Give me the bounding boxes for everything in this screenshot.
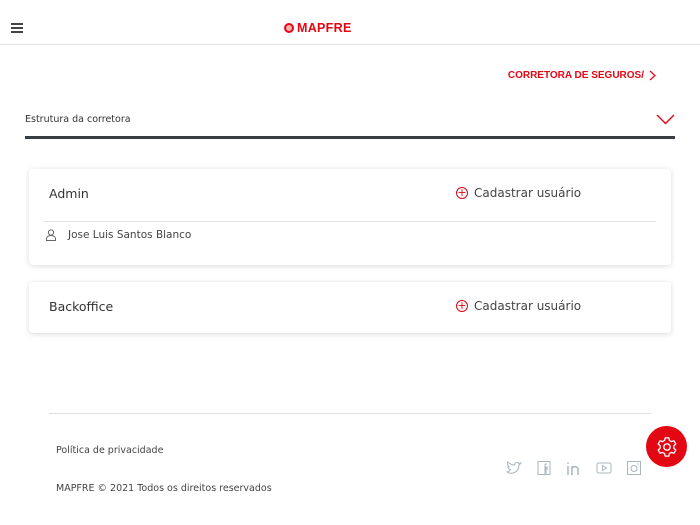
- linkedin-icon[interactable]: [566, 460, 582, 475]
- hamburger-menu-icon[interactable]: [11, 23, 23, 35]
- breadcrumb[interactable]: CORRETORA DE SEGUROS/: [508, 70, 656, 81]
- facebook-icon[interactable]: [536, 460, 552, 475]
- chevron-right-icon: [649, 70, 656, 81]
- twitter-icon[interactable]: [505, 460, 523, 474]
- gear-icon: [657, 436, 676, 457]
- group-card-backoffice: Backoffice + Cadastrar usuário: [29, 282, 671, 333]
- group-title: Admin: [49, 186, 89, 201]
- group-card-admin: Admin + Cadastrar usuário Jose Luis Santo…: [29, 169, 671, 265]
- copyright: MAPFRE © 2021 Todos os direitos reservad…: [56, 483, 272, 494]
- instagram-icon[interactable]: [626, 460, 642, 475]
- plus-circle-icon: +: [456, 299, 468, 312]
- privacy-link[interactable]: Política de privacidade: [56, 445, 163, 456]
- mapfre-logo[interactable]: MAPFRE: [284, 21, 352, 35]
- settings-button[interactable]: [646, 426, 687, 467]
- plus-circle-icon: +: [456, 186, 468, 199]
- add-user-button[interactable]: + Cadastrar usuário: [456, 299, 581, 313]
- divider: [44, 221, 656, 222]
- chevron-down-icon: [656, 114, 675, 125]
- footer-divider: [49, 413, 651, 414]
- structure-dropdown[interactable]: Estrutura da corretora: [25, 108, 675, 139]
- youtube-icon[interactable]: [596, 460, 612, 474]
- social-links: [505, 460, 642, 475]
- header: MAPFRE: [0, 0, 700, 45]
- user-name: Jose Luis Santos Blanco: [68, 229, 192, 241]
- group-title: Backoffice: [49, 299, 114, 314]
- add-user-button[interactable]: + Cadastrar usuário: [456, 186, 581, 200]
- user-row[interactable]: Jose Luis Santos Blanco: [46, 229, 191, 241]
- breadcrumb-label: CORRETORA DE SEGUROS/: [507, 70, 644, 81]
- logo-text: MAPFRE: [297, 21, 352, 35]
- user-icon: [46, 229, 56, 241]
- dropdown-label: Estrutura da corretora: [25, 114, 131, 125]
- add-user-label: Cadastrar usuário: [474, 299, 582, 313]
- add-user-label: Cadastrar usuário: [474, 186, 582, 200]
